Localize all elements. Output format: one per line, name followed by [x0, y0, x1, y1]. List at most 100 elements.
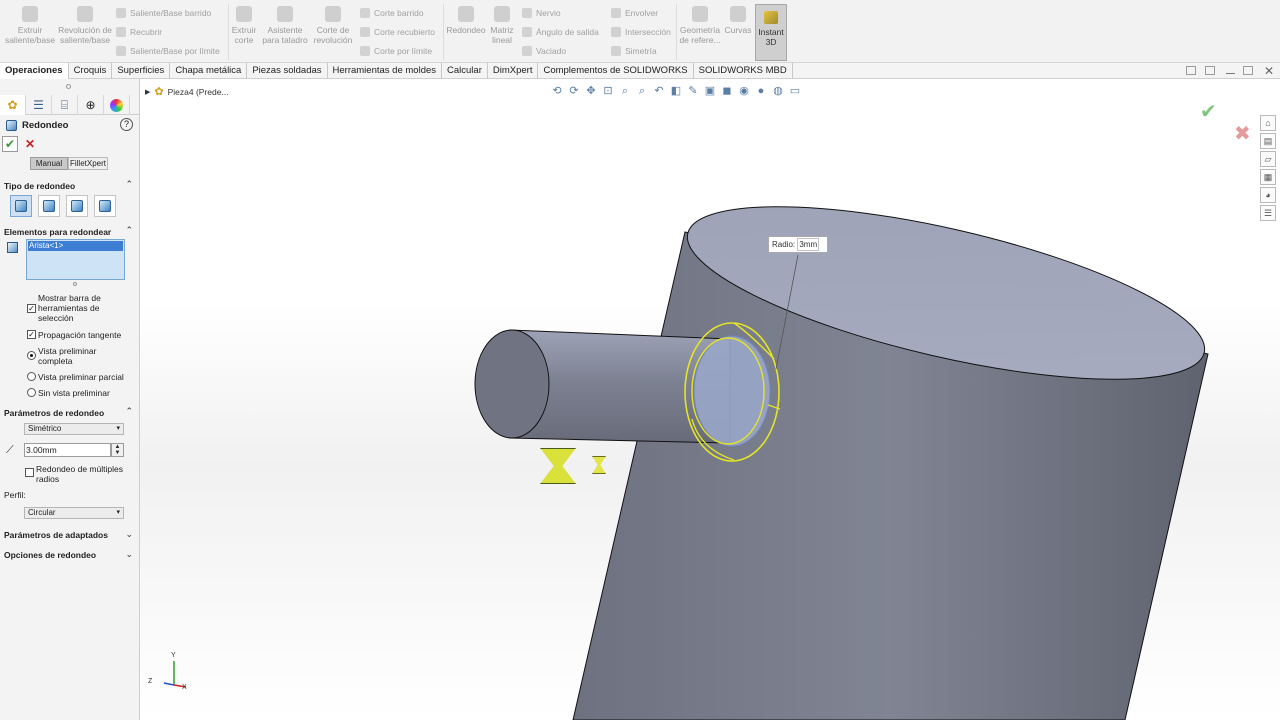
multi-radius-checkbox[interactable]: [25, 468, 34, 477]
lofted-cut-button[interactable]: Corte recubierto: [360, 23, 435, 41]
tab-dimxpert-manager[interactable]: ⊕: [78, 95, 104, 115]
cancel-button[interactable]: ✕: [23, 136, 37, 152]
hole-wizard-button[interactable]: Asistente para taladro: [260, 6, 310, 45]
filletxpert-tab[interactable]: FilletXpert: [68, 157, 108, 170]
extrude-cut-button[interactable]: Extruir corte: [230, 6, 258, 45]
section-fillet-parameters[interactable]: Parámetros de redondeo: [4, 408, 104, 418]
rib-button[interactable]: Nervio: [522, 4, 561, 22]
reference-geometry-button[interactable]: Geometría de refere...: [678, 6, 722, 45]
listbox-resize-handle[interactable]: [73, 282, 77, 286]
boundary-cut-button[interactable]: Corte por límite: [360, 42, 432, 60]
mirror-button[interactable]: Simetría: [611, 42, 657, 60]
manual-tab[interactable]: Manual: [30, 157, 68, 170]
tab-croquis[interactable]: Croquis: [69, 63, 113, 79]
chevron-up-icon[interactable]: ⌃: [125, 406, 133, 417]
small-cylinder-end-face[interactable]: [474, 329, 550, 439]
manager-tabs: ✿ ☰ ⌸ ⊕: [0, 95, 140, 115]
section-fillet-options[interactable]: Opciones de redondeo: [4, 550, 96, 560]
variable-fillet-icon: [43, 200, 55, 212]
tangent-propagation-checkbox[interactable]: ✓: [27, 330, 36, 339]
tab-configuration-manager[interactable]: ⌸: [52, 95, 78, 115]
section-fillet-type[interactable]: Tipo de redondeo: [4, 181, 75, 191]
ok-button[interactable]: ✔: [2, 136, 18, 152]
swept-cut-button[interactable]: Corte barrido: [360, 4, 424, 22]
section-setback-parameters[interactable]: Parámetros de adaptados: [4, 530, 108, 540]
maximize-icon[interactable]: [1243, 66, 1253, 75]
draft-button[interactable]: Ángulo de salida: [522, 23, 599, 41]
radius-callout-value[interactable]: 3mm: [797, 238, 820, 251]
axis-y-label: Y: [171, 652, 176, 659]
profile-dropdown[interactable]: Circular ▾: [24, 507, 124, 519]
intersect-button[interactable]: Intersección: [611, 23, 671, 41]
chevron-up-icon[interactable]: ⌃: [125, 225, 133, 236]
tab-superficies[interactable]: Superficies: [112, 63, 171, 79]
intersect-icon: [611, 27, 621, 37]
tab-dimxpert[interactable]: DimXpert: [488, 63, 539, 79]
full-preview-radio[interactable]: [27, 351, 36, 360]
no-preview-radio[interactable]: [27, 388, 36, 397]
symmetric-dropdown[interactable]: Simétrico ▾: [24, 423, 124, 435]
axis-z-label: Z: [148, 678, 153, 685]
tab-piezas-soldadas[interactable]: Piezas soldadas: [247, 63, 328, 79]
boundary-boss-button[interactable]: Saliente/Base por límite: [116, 42, 220, 60]
tab-chapa-metalica[interactable]: Chapa metálica: [170, 63, 248, 79]
linear-pattern-button[interactable]: Matriz lineal: [488, 6, 516, 45]
show-toolbar-label: Mostrar barra de herramientas de selecci…: [38, 293, 101, 323]
instant3d-button[interactable]: Instant 3D: [755, 4, 787, 61]
curves-button[interactable]: Curvas: [723, 6, 753, 35]
tab-operaciones[interactable]: Operaciones: [0, 63, 69, 79]
fillet-button[interactable]: Redondeo: [445, 6, 487, 35]
panel-splitter-handle[interactable]: [66, 84, 71, 89]
close-icon[interactable]: ✕: [1264, 64, 1274, 78]
tab-complementos[interactable]: Complementos de SOLIDWORKS: [538, 63, 694, 79]
variable-size-fillet-button[interactable]: [38, 195, 60, 217]
swept-cut-icon: [360, 8, 370, 18]
tab-display-manager[interactable]: [104, 95, 130, 115]
minimize-icon[interactable]: [1226, 73, 1235, 74]
shell-button[interactable]: Vaciado: [522, 42, 566, 60]
chevron-down-icon: ▾: [116, 509, 120, 516]
radius-input[interactable]: 3.00mm: [24, 443, 111, 457]
tab-feature-manager[interactable]: ✿: [0, 95, 26, 115]
chevron-up-icon[interactable]: ⌃: [125, 179, 133, 190]
edge-selection-icon: [7, 242, 18, 253]
show-toolbar-checkbox[interactable]: ✓: [27, 304, 36, 313]
tab-property-manager[interactable]: ☰: [26, 95, 52, 115]
revolve-boss-button[interactable]: Revolución de saliente/base: [58, 6, 112, 45]
fillet-preview-blue: [693, 335, 771, 447]
restore-viewport-icon[interactable]: [1186, 66, 1196, 75]
chevron-down-icon[interactable]: ⌄: [125, 549, 133, 560]
tab-calcular[interactable]: Calcular: [442, 63, 488, 79]
help-button[interactable]: ?: [120, 118, 133, 131]
section-items-to-fillet[interactable]: Elementos para redondear: [4, 227, 111, 237]
tangent-propagation-label: Propagación tangente: [38, 330, 122, 340]
extrude-boss-button[interactable]: Extruir saliente/base: [4, 6, 56, 45]
revolve-cut-icon: [325, 6, 341, 22]
fillet-title-icon: [6, 120, 17, 131]
ribbon-separator: [443, 4, 444, 60]
selection-listbox[interactable]: Arista<1>: [26, 239, 125, 280]
tab-herramientas-moldes[interactable]: Herramientas de moldes: [328, 63, 443, 79]
full-round-fillet-button[interactable]: [94, 195, 116, 217]
constant-size-fillet-button[interactable]: [10, 195, 32, 217]
selection-item[interactable]: Arista<1>: [28, 241, 123, 251]
revolve-cut-button[interactable]: Corte de revolución: [311, 6, 355, 45]
partial-preview-radio[interactable]: [27, 372, 36, 381]
tile-viewport-icon[interactable]: [1205, 66, 1215, 75]
hole-wizard-icon: [277, 6, 293, 22]
graphics-area[interactable]: ▶ ✿ Pieza4 (Prede... ⟲ ⟳ ✥ ⊡ ⌕ ⌕ ↶ ◧ ✎ ▣…: [140, 79, 1280, 720]
chevron-down-icon[interactable]: ⌄: [125, 529, 133, 540]
part-model[interactable]: [140, 79, 1280, 720]
swept-boss-button[interactable]: Saliente/Base barrido: [116, 4, 211, 22]
face-fillet-button[interactable]: [66, 195, 88, 217]
radius-callout[interactable]: Radio: 3mm: [768, 236, 828, 253]
profile-label: Perfil:: [4, 490, 26, 500]
instant3d-icon: [764, 11, 778, 24]
face-fillet-icon: [71, 200, 83, 212]
radius-stepper[interactable]: ▲ ▼: [111, 443, 124, 457]
command-tabs: Operaciones Croquis Superficies Chapa me…: [0, 63, 1280, 79]
wrap-button[interactable]: Envolver: [611, 4, 658, 22]
tab-solidworks-mbd[interactable]: SOLIDWORKS MBD: [694, 63, 793, 79]
loft-button[interactable]: Recubrir: [116, 23, 162, 41]
property-manager-panel: ✿ ☰ ⌸ ⊕ Redondeo ? ✔ ✕ Manual FilletXper…: [0, 79, 140, 720]
